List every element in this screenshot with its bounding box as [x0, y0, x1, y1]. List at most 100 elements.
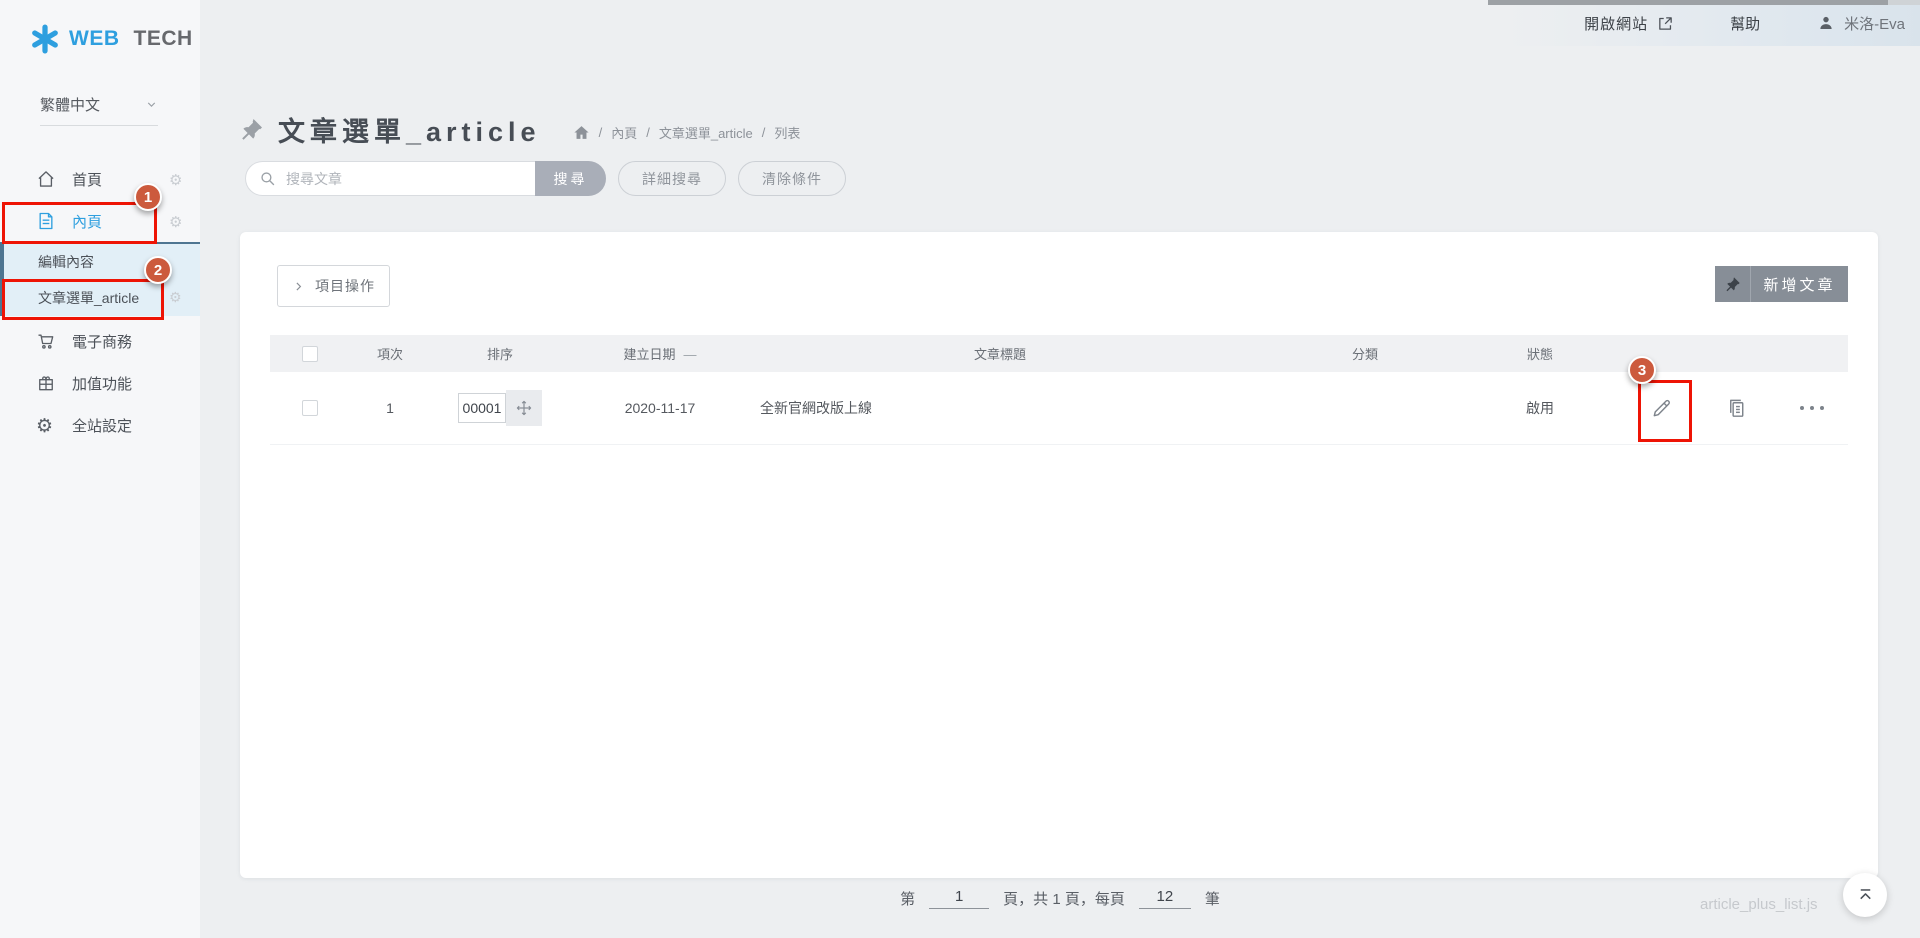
- breadcrumb-item: 列表: [774, 123, 800, 142]
- top-scrollbar-thumb[interactable]: [1488, 0, 1888, 5]
- top-scrollbar-track: [1888, 0, 1920, 5]
- gift-icon: [36, 373, 56, 393]
- sort-order-input[interactable]: [458, 393, 506, 423]
- search-input[interactable]: [245, 161, 535, 196]
- annotation-step-badge: 1: [134, 183, 162, 211]
- page-number-input[interactable]: [929, 888, 989, 909]
- breadcrumb-item[interactable]: 內頁: [611, 123, 637, 142]
- ellipsis-icon[interactable]: [1800, 406, 1824, 410]
- open-site-label: 開啟網站: [1584, 13, 1648, 34]
- sidebar-menu-group2: 電子商務 加值功能 ⚙ 全站設定: [0, 320, 200, 446]
- pushpin-icon: [1725, 276, 1741, 292]
- sidebar-item-site-settings[interactable]: ⚙ 全站設定: [0, 404, 200, 446]
- chevron-down-icon: [145, 98, 158, 111]
- header-sort: 排序: [430, 344, 570, 363]
- help-label: 幫助: [1730, 13, 1760, 34]
- page-title: 文章選單_article: [278, 110, 541, 149]
- sidebar-item-addons[interactable]: 加值功能: [0, 362, 200, 404]
- edit-pencil-icon[interactable]: [1650, 397, 1673, 420]
- sidebar-item-label: 電子商務: [72, 331, 132, 352]
- header-index: 項次: [350, 344, 430, 363]
- document-icon: [36, 211, 56, 231]
- sidebar-menu: 首頁 ⚙ 內頁 ⚙ 編輯內容 文章選單_article ⚙: [0, 158, 200, 446]
- move-icon: [515, 399, 533, 417]
- table-row: 1 2020-11-17 全新官網改版上線 啟用: [270, 372, 1848, 445]
- topbar: 開啟網站 幫助 米洛-Eva: [200, 0, 1920, 46]
- add-article-button[interactable]: 新增文章: [1751, 266, 1848, 302]
- row-sort-widget: [430, 390, 570, 426]
- table-header-row: 項次 排序 建立日期— 文章標題 分類 狀態: [270, 335, 1848, 372]
- breadcrumb-separator: /: [599, 125, 603, 140]
- sidebar-item-home[interactable]: 首頁 ⚙: [0, 158, 200, 200]
- header-category: 分類: [1250, 344, 1480, 363]
- external-link-icon: [1657, 15, 1674, 32]
- favorite-pin-button[interactable]: [1715, 266, 1751, 302]
- page-header: 文章選單_article / 內頁 / 文章選單_article / 列表: [240, 108, 800, 150]
- sidebar: WEB TECH 繁體中文 首頁 ⚙ 內頁 ⚙ 編輯內容: [0, 0, 200, 938]
- user-icon: [1817, 14, 1835, 32]
- row-created-date: 2020-11-17: [570, 400, 750, 416]
- select-all-checkbox[interactable]: [302, 346, 318, 362]
- gear-icon[interactable]: ⚙: [169, 213, 186, 230]
- username-label: 米洛-Eva: [1844, 13, 1905, 34]
- pagination-middle: 頁，共 1 頁，每頁: [1003, 888, 1125, 909]
- header-status: 狀態: [1480, 344, 1600, 363]
- sidebar-item-label: 首頁: [72, 169, 102, 190]
- search-button[interactable]: 搜尋: [535, 161, 606, 196]
- search-pill: 搜尋: [245, 161, 606, 196]
- row-actions: [1600, 397, 1848, 420]
- breadcrumb-home-icon[interactable]: [573, 124, 590, 141]
- sidebar-item-label: 加值功能: [72, 373, 132, 394]
- asterisk-logo-icon: [30, 24, 60, 54]
- annotation-step-badge: 2: [144, 256, 172, 284]
- add-article-group: 新增文章: [1715, 266, 1848, 302]
- user-menu[interactable]: 米洛-Eva: [1817, 13, 1905, 34]
- per-page-input[interactable]: [1139, 888, 1191, 909]
- gear-icon[interactable]: ⚙: [169, 290, 186, 307]
- breadcrumb-separator: /: [646, 125, 650, 140]
- breadcrumb-separator: /: [762, 125, 766, 140]
- logo-text-web: WEB: [69, 27, 120, 51]
- bulk-actions-label: 項目操作: [315, 276, 375, 296]
- copy-icon[interactable]: [1725, 397, 1748, 420]
- sidebar-item-ecommerce[interactable]: 電子商務: [0, 320, 200, 362]
- cart-icon: [36, 331, 56, 351]
- pushpin-icon[interactable]: [240, 117, 264, 141]
- sidebar-subitem-article-menu[interactable]: 文章選單_article ⚙: [4, 280, 200, 316]
- language-selector[interactable]: 繁體中文: [40, 94, 158, 126]
- pagination: 第 頁，共 1 頁，每頁 筆: [200, 888, 1920, 909]
- gear-icon: ⚙: [36, 415, 56, 435]
- header-created[interactable]: 建立日期—: [570, 344, 750, 363]
- bulk-actions-button[interactable]: 項目操作: [277, 265, 390, 307]
- row-index: 1: [350, 400, 430, 416]
- search-bar: 搜尋 詳細搜尋 清除條件: [245, 161, 846, 196]
- scroll-to-top-button[interactable]: [1843, 873, 1887, 917]
- help-link[interactable]: 幫助: [1730, 13, 1760, 34]
- app-window: WEB TECH 繁體中文 首頁 ⚙ 內頁 ⚙ 編輯內容: [0, 0, 1920, 938]
- list-card: 項目操作 新增文章 項次 排序 建立日期— 文章標題 分類 狀態: [240, 232, 1878, 878]
- row-status: 啟用: [1480, 398, 1600, 418]
- sidebar-submenu: 編輯內容 文章選單_article ⚙: [0, 242, 200, 316]
- breadcrumb-item[interactable]: 文章選單_article: [659, 123, 753, 142]
- breadcrumb: / 內頁 / 文章選單_article / 列表: [573, 123, 801, 142]
- clear-filters-button[interactable]: 清除條件: [738, 161, 846, 196]
- sidebar-subitem-label: 文章選單_article: [38, 288, 139, 308]
- gear-icon[interactable]: ⚙: [169, 171, 186, 188]
- sidebar-item-inner-pages[interactable]: 內頁 ⚙: [0, 200, 200, 242]
- drag-handle[interactable]: [506, 390, 542, 426]
- row-checkbox[interactable]: [302, 400, 318, 416]
- script-filename: article_plus_list.js: [1700, 896, 1818, 913]
- pagination-suffix: 筆: [1205, 888, 1220, 909]
- home-icon: [36, 169, 56, 189]
- scroll-top-icon: [1856, 886, 1875, 905]
- sidebar-item-label: 內頁: [72, 211, 102, 232]
- article-table: 項次 排序 建立日期— 文章標題 分類 狀態 1 20: [270, 335, 1848, 445]
- advanced-search-button[interactable]: 詳細搜尋: [618, 161, 726, 196]
- row-article-title[interactable]: 全新官網改版上線: [750, 398, 1250, 418]
- pagination-prefix: 第: [900, 888, 915, 909]
- logo-text-tech: TECH: [134, 27, 193, 51]
- sidebar-item-label: 全站設定: [72, 415, 132, 436]
- header-created-label: 建立日期: [623, 347, 675, 362]
- header-title: 文章標題: [750, 344, 1250, 363]
- open-site-link[interactable]: 開啟網站: [1584, 13, 1674, 34]
